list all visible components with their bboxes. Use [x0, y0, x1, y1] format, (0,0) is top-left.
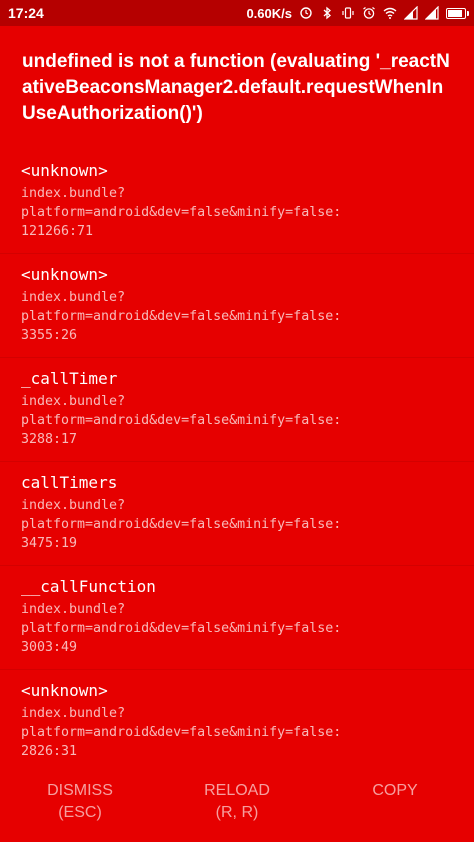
error-title: undefined is not a function (evaluating … — [22, 51, 450, 124]
status-bar: 17:24 0.60K/s — [0, 0, 474, 26]
status-icons: 0.60K/s — [246, 4, 469, 22]
alarm-clock-icon — [362, 6, 376, 20]
frame-method: <unknown> — [21, 161, 108, 180]
frame-method: callTimers — [21, 473, 118, 492]
status-time: 17:24 — [8, 5, 44, 21]
stack-frame[interactable]: __callFunction index.bundle? platform=an… — [0, 566, 474, 670]
frame-method: __callFunction — [21, 577, 156, 596]
wifi-icon — [383, 6, 397, 20]
frame-location: index.bundle? platform=android&dev=false… — [21, 498, 342, 551]
reload-shortcut: (R, R) — [215, 804, 259, 821]
alarm-icon — [299, 6, 313, 20]
frame-method: <unknown> — [21, 265, 108, 284]
redbox-error-screen: 17:24 0.60K/s undefined is not a functio… — [0, 0, 474, 842]
frame-location: index.bundle? platform=android&dev=false… — [21, 186, 342, 239]
frame-location: index.bundle? platform=android&dev=false… — [21, 602, 342, 655]
stack-frame[interactable]: callTimers index.bundle? platform=androi… — [0, 462, 474, 566]
stack-trace[interactable]: <unknown> index.bundle? platform=android… — [0, 150, 474, 774]
dismiss-shortcut: (ESC) — [58, 804, 102, 821]
stack-frame[interactable]: <unknown> index.bundle? platform=android… — [0, 150, 474, 254]
frame-location: index.bundle? platform=android&dev=false… — [21, 706, 342, 759]
stack-frame[interactable]: _callTimer index.bundle? platform=androi… — [0, 358, 474, 462]
frame-method: _callTimer — [21, 369, 118, 388]
frame-location: index.bundle? platform=android&dev=false… — [21, 290, 342, 343]
reload-label: RELOAD — [204, 782, 270, 799]
dismiss-button[interactable]: DISMISS (ESC) — [30, 780, 130, 824]
dismiss-label: DISMISS — [47, 782, 113, 799]
stack-frame[interactable]: <unknown> index.bundle? platform=android… — [0, 670, 474, 774]
signal-icon — [404, 6, 418, 20]
battery-icon — [446, 7, 469, 19]
battery-level-fill — [448, 9, 462, 17]
frame-method: <unknown> — [21, 681, 108, 700]
stack-frame[interactable]: <unknown> index.bundle? platform=android… — [0, 254, 474, 358]
reload-button[interactable]: RELOAD (R, R) — [187, 780, 287, 824]
signal-icon-2 — [425, 6, 439, 20]
bluetooth-icon — [320, 6, 334, 20]
copy-button[interactable]: COPY — [355, 780, 435, 802]
vibrate-icon — [341, 6, 355, 20]
frame-location: index.bundle? platform=android&dev=false… — [21, 394, 342, 447]
network-speed: 0.60K/s — [246, 5, 292, 21]
copy-label: COPY — [372, 782, 418, 799]
button-bar: DISMISS (ESC) RELOAD (R, R) COPY — [0, 768, 474, 842]
